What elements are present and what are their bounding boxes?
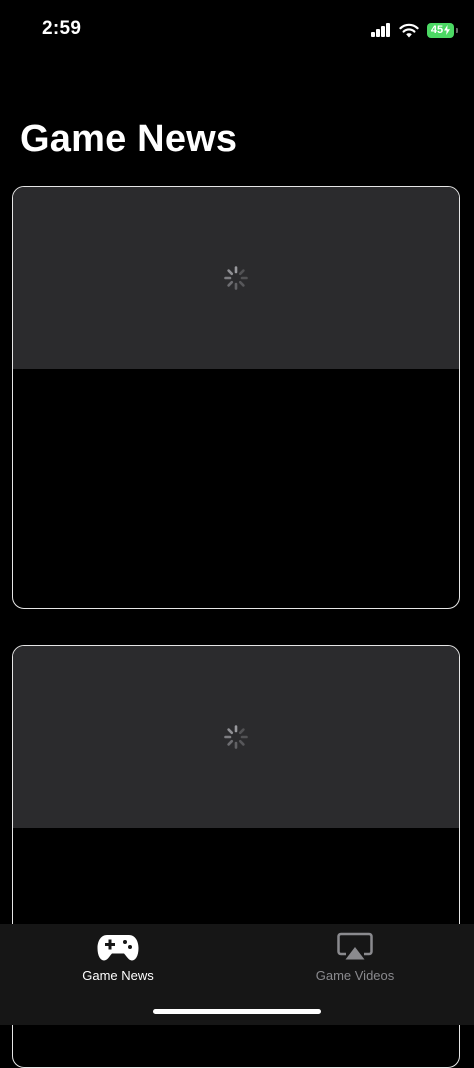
tab-label: Game News [82,968,154,983]
home-indicator [153,1009,321,1014]
tab-game-videos[interactable]: Game Videos [275,932,435,992]
tab-game-news[interactable]: Game News [38,932,198,992]
gamecontroller-icon [97,935,139,961]
status-time: 2:59 [42,18,82,39]
charging-bolt-icon [444,25,451,35]
battery-level: 45 [430,24,444,36]
news-card-image-placeholder [13,187,459,369]
tab-label: Game Videos [315,968,395,983]
page-title: Game News [20,118,238,160]
battery-icon: 45 [427,22,458,38]
news-card[interactable] [12,186,460,609]
cellular-signal-icon [371,23,391,37]
status-bar: 2:59 45 [0,0,474,60]
activity-spinner-icon [224,266,248,290]
wifi-icon [399,23,419,37]
news-card-image-placeholder [13,646,459,828]
airplay-video-icon [337,932,373,960]
activity-spinner-icon [224,725,248,749]
status-indicators: 45 [371,20,458,40]
